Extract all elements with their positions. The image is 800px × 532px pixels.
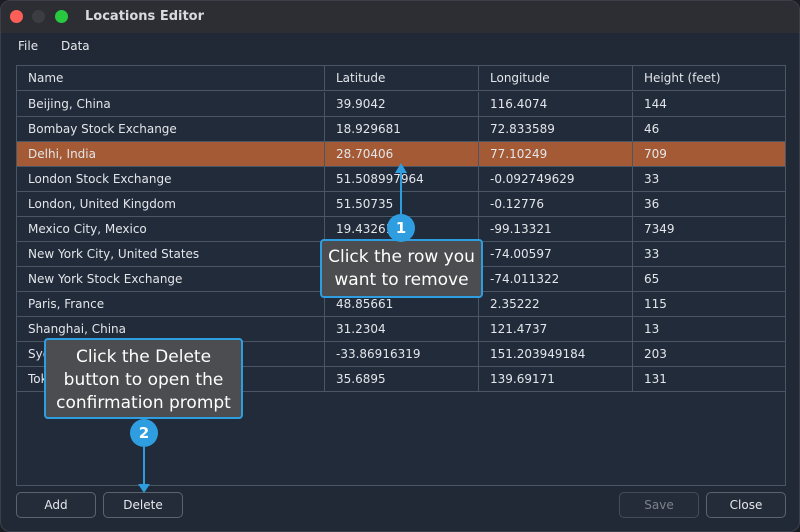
step-1-badge: 1 (387, 214, 415, 242)
callout-2-line-1: Click the Delete (75, 347, 212, 367)
table-cell: London, United Kingdom (28, 197, 176, 211)
table-cell: 35.6895 (324, 367, 478, 392)
table-cell: Delhi, India (28, 147, 96, 161)
menu-file[interactable]: File (18, 39, 38, 53)
table-cell: 131 (632, 367, 785, 392)
table-cell: 33 (632, 167, 785, 192)
table-cell: 13 (632, 317, 785, 342)
column-header-longitude[interactable]: Longitude (478, 66, 632, 91)
callout-2-line-2: button to open the (63, 370, 224, 390)
table-header: Name Latitude Longitude Height (feet) (17, 66, 785, 91)
add-button[interactable]: Add (16, 492, 96, 518)
table-cell: Beijing, China (28, 97, 111, 111)
minimize-window-icon[interactable] (32, 10, 45, 23)
table-cell: 51.508997964 (324, 167, 478, 192)
table-cell: 72.833589 (478, 117, 632, 142)
table-cell: -99.13321 (478, 217, 632, 242)
menu-data[interactable]: Data (61, 39, 90, 53)
column-header-name[interactable]: Name (17, 66, 324, 91)
table-row[interactable]: Delhi, India 28.70406 77.10249 709 (17, 142, 785, 167)
menu-bar: File Data (1, 33, 799, 61)
table-cell: -74.00597 (478, 242, 632, 267)
table-cell: 7349 (632, 217, 785, 242)
callout-click-delete: Click the Delete button to open the conf… (44, 338, 243, 419)
table-cell: 139.69171 (478, 367, 632, 392)
table-cell: 65 (632, 267, 785, 292)
callout-1-line-2: want to remove (334, 270, 469, 290)
column-header-height[interactable]: Height (feet) (632, 66, 785, 91)
table-cell: 116.4074 (478, 92, 632, 117)
callout-select-row: Click the row you want to remove (320, 239, 483, 298)
table-cell: Mexico City, Mexico (28, 222, 147, 236)
delete-button[interactable]: Delete (103, 492, 183, 518)
close-window-icon[interactable] (10, 10, 23, 23)
table-row[interactable]: Bombay Stock Exchange 18.929681 72.833589 4… (17, 117, 785, 142)
close-button[interactable]: Close (706, 492, 786, 518)
table-row[interactable]: London Stock Exchange 51.508997964 -0.0927… (17, 167, 785, 192)
table-cell: 39.9042 (324, 92, 478, 117)
table-cell: -33.86916319 (324, 342, 478, 367)
table-cell: Bombay Stock Exchange (28, 122, 177, 136)
table-row[interactable]: Beijing, China 39.9042 116.4074 144 (17, 92, 785, 117)
table-cell: 31.2304 (324, 317, 478, 342)
table-cell: 151.203949184 (478, 342, 632, 367)
table-cell: -0.092749629 (478, 167, 632, 192)
table-cell: 77.10249 (478, 142, 632, 167)
table-cell: New York Stock Exchange (28, 272, 183, 286)
save-button[interactable]: Save (619, 492, 699, 518)
table-cell: 2.35222 (478, 292, 632, 317)
window-title: Locations Editor (85, 9, 205, 24)
column-header-latitude[interactable]: Latitude (324, 66, 478, 91)
maximize-window-icon[interactable] (55, 10, 68, 23)
table-cell: 36 (632, 192, 785, 217)
table-cell: -0.12776 (478, 192, 632, 217)
step-2-badge: 2 (130, 419, 158, 447)
table-cell: London Stock Exchange (28, 172, 172, 186)
callout-2-line-3: confirmation prompt (56, 393, 231, 413)
table-cell: 709 (632, 142, 785, 167)
table-cell: 28.70406 (324, 142, 478, 167)
table-cell: 144 (632, 92, 785, 117)
table-cell: 121.4737 (478, 317, 632, 342)
table-cell: 33 (632, 242, 785, 267)
table-cell: -74.011322 (478, 267, 632, 292)
callout-1-line-1: Click the row you (328, 247, 475, 267)
table-cell: 203 (632, 342, 785, 367)
table-cell: 18.929681 (324, 117, 478, 142)
title-bar: Locations Editor (1, 1, 799, 33)
table-cell: New York City, United States (28, 247, 200, 261)
table-cell: 46 (632, 117, 785, 142)
locations-editor-window: Locations Editor File Data Name Latitude… (0, 0, 800, 532)
table-cell: 115 (632, 292, 785, 317)
table-cell: Paris, France (28, 297, 105, 311)
